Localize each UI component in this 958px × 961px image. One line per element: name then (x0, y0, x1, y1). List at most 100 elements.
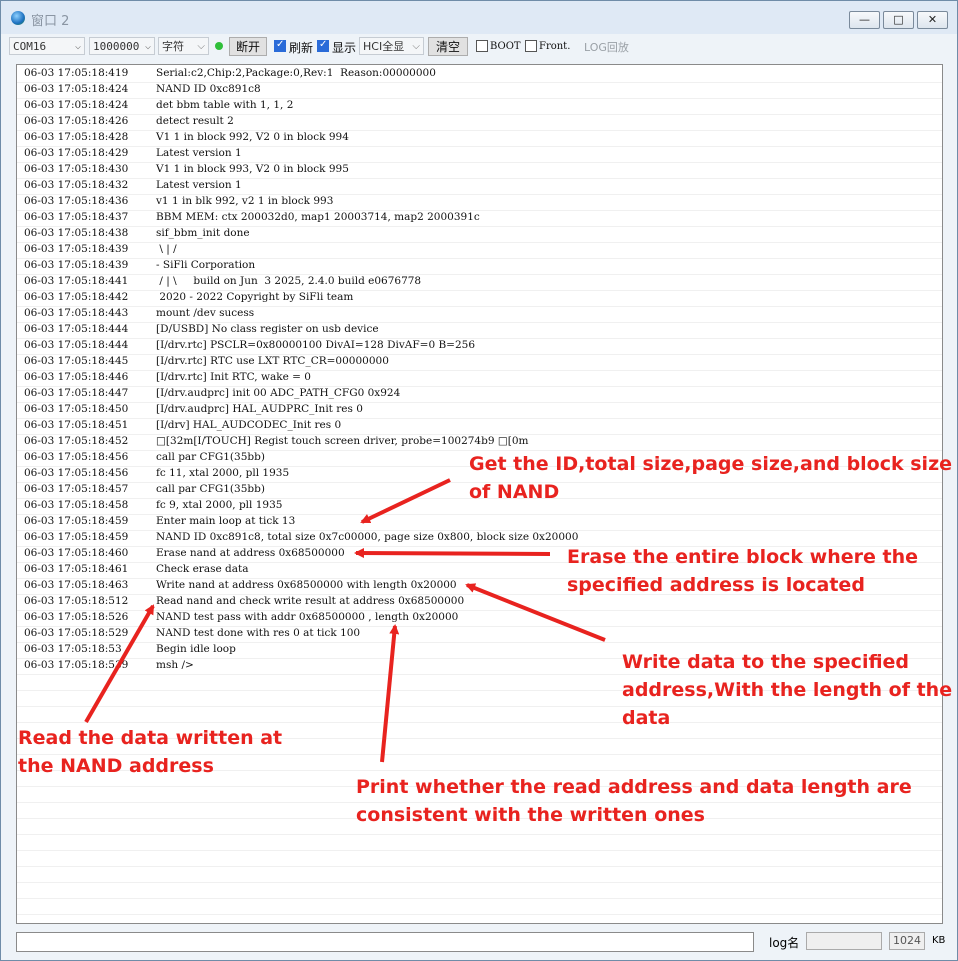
chevron-down-icon: ⌵ (412, 41, 420, 52)
log-message: - SiFli Corporation (156, 259, 256, 271)
log-timestamp: 06-03 17:05:18:456 (24, 451, 129, 463)
minimize-button[interactable]: — (849, 11, 880, 29)
hci-select[interactable]: HCI全显 ⌵ (359, 37, 424, 55)
annotation-erase-line: specified address is located (567, 574, 865, 596)
boot-checkbox[interactable] (476, 40, 488, 52)
log-timestamp: 06-03 17:05:18:463 (24, 579, 129, 591)
log-message: [D/USBD] No class register on usb device (156, 323, 379, 335)
log-message: [I/drv.audprc] HAL_AUDPRC_Init res 0 (156, 403, 363, 415)
connection-status-indicator (215, 42, 223, 50)
log-message: 2020 - 2022 Copyright by SiFli team (156, 291, 354, 303)
annotation-print-line: consistent with the written ones (356, 804, 705, 826)
log-timestamp: 06-03 17:05:18:436 (24, 195, 129, 207)
log-timestamp: 06-03 17:05:18:439 (24, 243, 129, 255)
log-timestamp: 06-03 17:05:18:442 (24, 291, 129, 303)
log-timestamp: 06-03 17:05:18:458 (24, 499, 129, 511)
annotation-write-line: address,With the length of the (622, 679, 953, 701)
log-timestamp: 06-03 17:05:18:430 (24, 163, 129, 175)
chevron-down-icon: ⌵ (197, 41, 205, 52)
log-timestamp: 06-03 17:05:18:459 (24, 515, 129, 527)
logname-field[interactable] (806, 932, 882, 950)
encoding-select[interactable]: 字符 ⌵ (158, 37, 209, 55)
log-message: Enter main loop at tick 13 (156, 515, 296, 527)
log-timestamp: 06-03 17:05:18:443 (24, 307, 129, 319)
log-message: v1 1 in blk 992, v2 1 in block 993 (156, 195, 334, 207)
front-label: Front. (539, 41, 571, 52)
display-checkbox[interactable] (317, 39, 329, 52)
log-timestamp: 06-03 17:05:18:452 (24, 435, 129, 447)
log-row-divider (17, 850, 942, 851)
log-message: call par CFG1(35bb) (156, 483, 265, 495)
port-select[interactable]: COM16 ⌵ (9, 37, 85, 55)
annotation-get-id-line: Get the ID,total size,page size,and bloc… (469, 453, 953, 475)
annotation-read: Read the data written at the NAND address (18, 724, 282, 780)
log-timestamp: 06-03 17:05:18:424 (24, 83, 129, 95)
log-message: Check erase data (156, 563, 249, 575)
encoding-value: 字符 (162, 40, 184, 53)
maximize-button[interactable]: □ (883, 11, 914, 29)
log-message: [I/drv] HAL_AUDCODEC_Init res 0 (156, 419, 342, 431)
log-timestamp: 06-03 17:05:18:419 (24, 67, 129, 79)
annotation-erase: Erase the entire block where the specifie… (567, 543, 918, 599)
log-timestamp: 06-03 17:05:18:459 (24, 531, 129, 543)
log-timestamp: 06-03 17:05:18:450 (24, 403, 129, 415)
baud-select[interactable]: 1000000 ⌵ (89, 37, 155, 55)
annotation-read-line: Read the data written at (18, 727, 283, 749)
hci-value: HCI全显 (363, 40, 405, 53)
log-message: Serial:c2,Chip:2,Package:0,Rev:1 Reason:… (156, 67, 436, 79)
annotation-erase-line: Erase the entire block where the (567, 546, 918, 568)
log-timestamp: 06-03 17:05:18:456 (24, 467, 129, 479)
chevron-down-icon: ⌵ (74, 41, 81, 52)
close-button[interactable]: ✕ (917, 11, 948, 29)
log-timestamp: 06-03 17:05:18:444 (24, 339, 129, 351)
log-message: Latest version 1 (156, 147, 242, 159)
log-message: mount /dev sucess (156, 307, 255, 319)
log-timestamp: 06-03 17:05:18:526 (24, 611, 129, 623)
log-replay-button[interactable]: LOG回放 (584, 39, 629, 55)
log-timestamp: 06-03 17:05:18:444 (24, 323, 129, 335)
log-timestamp: 06-03 17:05:18:512 (24, 595, 129, 607)
annotation-print: Print whether the read address and data … (356, 773, 912, 829)
send-input[interactable] (16, 932, 754, 952)
toolbar: COM16 ⌵ 1000000 ⌵ 字符 ⌵ 断开 刷新 显示 HCI全显 ⌵ … (9, 36, 949, 58)
disconnect-button[interactable]: 断开 (229, 37, 267, 56)
log-message: [I/drv.rtc] Init RTC, wake = 0 (156, 371, 311, 383)
baud-value: 1000000 (93, 40, 140, 53)
refresh-label: 刷新 (289, 41, 314, 55)
log-row-divider (17, 914, 942, 915)
log-timestamp: 06-03 17:05:18:460 (24, 547, 129, 559)
boot-label: BOOT (490, 41, 521, 52)
refresh-checkbox[interactable] (274, 39, 286, 52)
log-timestamp: 06-03 17:05:18:539 (24, 659, 129, 671)
log-timestamp: 06-03 17:05:18:438 (24, 227, 129, 239)
annotation-get-id: Get the ID,total size,page size,and bloc… (469, 450, 952, 506)
annotation-print-line: Print whether the read address and data … (356, 776, 912, 798)
log-size-field[interactable]: 1024 (889, 932, 925, 950)
log-message: \ | / (156, 243, 177, 255)
log-message: call par CFG1(35bb) (156, 451, 265, 463)
log-timestamp: 06-03 17:05:18:441 (24, 275, 129, 287)
front-checkbox[interactable] (525, 40, 537, 52)
log-message: NAND ID 0xc891c8 (156, 83, 261, 95)
annotation-read-line: the NAND address (18, 755, 214, 777)
log-timestamp: 06-03 17:05:18:437 (24, 211, 129, 223)
log-message: / | \ build on Jun 3 2025, 2.4.0 build e… (156, 275, 422, 287)
log-message: □[32m[I/TOUCH] Regist touch screen drive… (156, 435, 529, 447)
log-message: [I/drv.rtc] RTC use LXT RTC_CR=00000000 (156, 355, 389, 367)
log-message: Erase nand at address 0x68500000 (156, 547, 345, 559)
log-message: fc 11, xtal 2000, pll 1935 (156, 467, 290, 479)
log-timestamp: 06-03 17:05:18:429 (24, 147, 129, 159)
log-timestamp: 06-03 17:05:18:445 (24, 355, 129, 367)
clear-button[interactable]: 清空 (428, 37, 468, 56)
display-label: 显示 (332, 41, 357, 55)
log-message: NAND test pass with addr 0x68500000 , le… (156, 611, 459, 623)
log-timestamp: 06-03 17:05:18:447 (24, 387, 129, 399)
annotation-write: Write data to the specified address,With … (622, 648, 952, 732)
log-message: msh /> (156, 659, 194, 671)
log-message: [I/drv.audprc] init 00 ADC_PATH_CFG0 0x9… (156, 387, 401, 399)
log-timestamp: 06-03 17:05:18:424 (24, 99, 129, 111)
title-bar[interactable]: 窗口 2 — □ ✕ (1, 1, 957, 34)
port-value: COM16 (13, 40, 47, 53)
log-timestamp: 06-03 17:05:18:451 (24, 419, 129, 431)
log-timestamp: 06-03 17:05:18:53 (24, 643, 122, 655)
